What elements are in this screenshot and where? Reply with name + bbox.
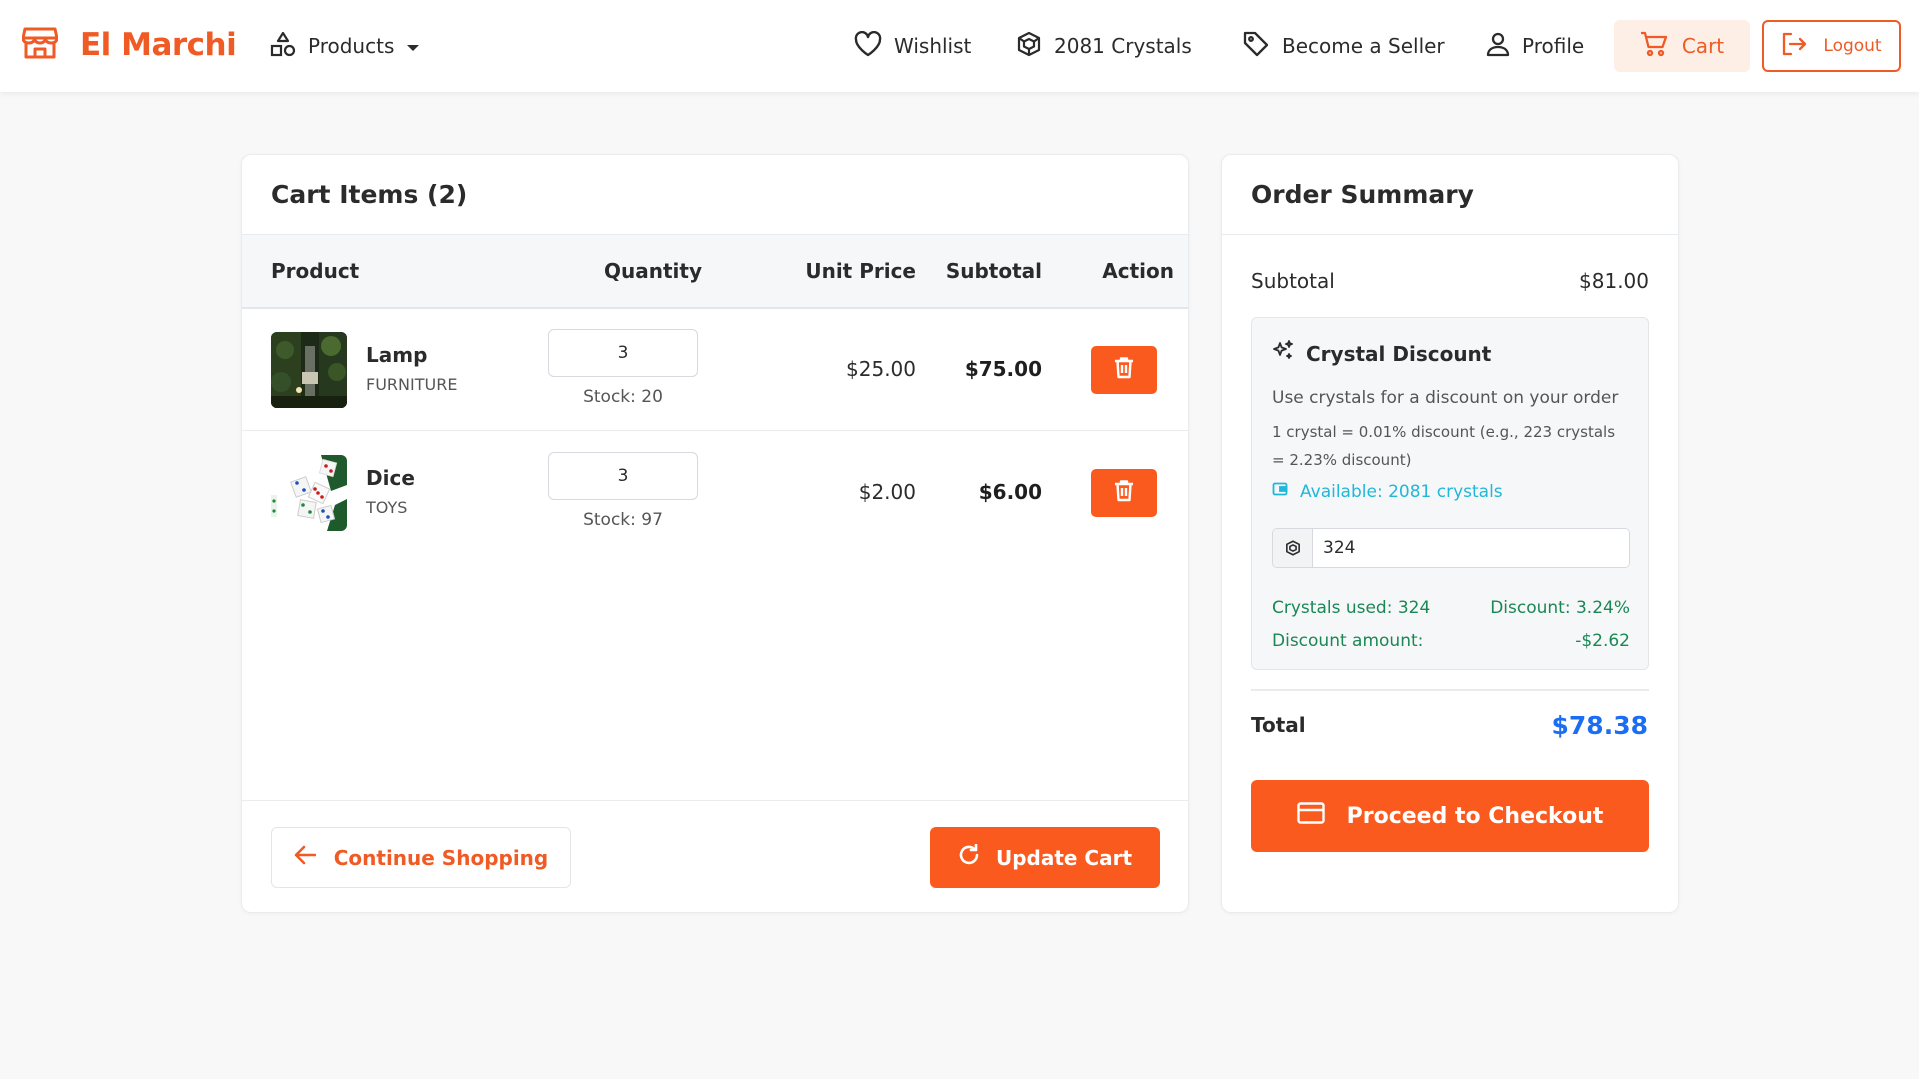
column-header-action: Action: [1102, 259, 1174, 283]
product-image-lamp[interactable]: [271, 332, 347, 408]
nav-crystals-label: 2081 Crystals: [1054, 34, 1192, 58]
user-icon: [1486, 31, 1510, 62]
product-image-dice[interactable]: [271, 455, 347, 531]
table-row: Dice TOYS Stock: 97 $2.00 $6.00: [242, 432, 1188, 554]
delete-item-button[interactable]: [1091, 346, 1157, 394]
table-row: Lamp FURNITURE Stock: 20 $25.00 $75.00: [242, 309, 1188, 431]
summary-subtotal-row: Subtotal $81.00: [1251, 269, 1649, 293]
column-header-unit-price: Unit Price: [805, 259, 916, 283]
refresh-icon: [958, 843, 980, 871]
arrow-left-icon: [294, 845, 316, 870]
crystals-available: Available: 2081 crystals: [1272, 481, 1503, 502]
tag-icon: [1242, 30, 1270, 63]
summary-subtotal-label: Subtotal: [1251, 269, 1335, 293]
total-label: Total: [1251, 713, 1306, 737]
crystal-discount-description: Use crystals for a discount on your orde…: [1272, 388, 1619, 408]
stock-label: Stock: 97: [583, 510, 663, 530]
continue-shopping-label: Continue Shopping: [333, 845, 549, 870]
top-navbar: El Marchi Products Wishlist 2081 Crystal…: [0, 0, 1919, 92]
cart-icon: [1640, 31, 1668, 62]
product-category: TOYS: [366, 498, 408, 517]
logout-button[interactable]: Logout: [1762, 20, 1901, 72]
crystals-available-text: Available: 2081 crystals: [1300, 481, 1503, 502]
delete-item-button[interactable]: [1091, 469, 1157, 517]
crystal-discount-title: Crystal Discount: [1272, 340, 1491, 367]
checkout-label: Proceed to Checkout: [1346, 803, 1604, 829]
nav-profile-label: Profile: [1522, 34, 1585, 58]
nav-products-dropdown[interactable]: Products: [270, 28, 420, 64]
column-header-subtotal: Subtotal: [945, 259, 1042, 283]
crystal-amount-input[interactable]: [1313, 529, 1629, 567]
product-name[interactable]: Lamp: [366, 343, 427, 367]
wallet-icon: [1272, 481, 1288, 502]
cart-items-card: Cart Items (2) Product Quantity Unit Pri…: [241, 154, 1189, 913]
shapes-icon: [270, 31, 296, 62]
crystal-rate-note: 1 crystal = 0.01% discount (e.g., 223 cr…: [1272, 423, 1616, 469]
order-summary-card: Order Summary Subtotal $81.00 Crystal Di…: [1221, 154, 1679, 913]
proceed-to-checkout-button[interactable]: Proceed to Checkout: [1251, 780, 1649, 852]
trash-icon: [1114, 480, 1134, 506]
discount-percent-text: Discount: 3.24%: [1490, 598, 1630, 618]
crystals-used-text: Crystals used: 324: [1272, 598, 1431, 618]
nav-become-seller[interactable]: Become a Seller: [1242, 28, 1445, 64]
product-name[interactable]: Dice: [366, 466, 415, 490]
crystals-used-row: Crystals used: 324 Discount: 3.24%: [1272, 598, 1630, 618]
heart-icon: [854, 30, 882, 62]
store-icon: [21, 26, 59, 64]
discount-amount-label: Discount amount:: [1272, 631, 1424, 651]
logout-icon: [1781, 32, 1807, 61]
unit-price: $2.00: [858, 480, 916, 504]
nav-products-label: Products: [308, 34, 395, 58]
discount-amount-row: Discount amount: -$2.62: [1272, 631, 1630, 651]
trash-icon: [1114, 357, 1134, 383]
update-cart-button[interactable]: Update Cart: [930, 827, 1160, 888]
nav-cart[interactable]: Cart: [1614, 20, 1750, 72]
brand-name: El Marchi: [80, 27, 237, 63]
item-subtotal: $6.00: [978, 480, 1042, 504]
discount-amount-value: -$2.62: [1575, 631, 1630, 651]
crystal-amount-group: [1272, 528, 1630, 568]
sparkles-icon: [1272, 340, 1294, 367]
crystal-discount-title-text: Crystal Discount: [1306, 341, 1492, 366]
nav-cart-label: Cart: [1681, 34, 1725, 58]
cart-table-header: Product Quantity Unit Price Subtotal Act…: [242, 235, 1188, 309]
column-header-product: Product: [271, 259, 360, 283]
credit-card-icon: [1296, 802, 1325, 830]
product-category: FURNITURE: [366, 375, 458, 394]
crystal-icon: [1016, 31, 1042, 62]
crystal-discount-panel: Crystal Discount Use crystals for a disc…: [1251, 317, 1649, 670]
nav-wishlist-label: Wishlist: [894, 34, 972, 58]
crystal-icon: [1273, 529, 1313, 567]
summary-subtotal-value: $81.00: [1579, 269, 1649, 293]
total-value: $78.38: [1551, 711, 1648, 740]
unit-price: $25.00: [846, 357, 916, 381]
cart-footer: Continue Shopping Update Cart: [242, 800, 1188, 912]
nav-wishlist[interactable]: Wishlist: [854, 28, 971, 64]
brand-link[interactable]: El Marchi: [21, 26, 237, 64]
quantity-input[interactable]: [548, 329, 698, 377]
summary-title: Order Summary: [1222, 155, 1678, 235]
update-cart-label: Update Cart: [995, 845, 1133, 870]
cart-title: Cart Items (2): [242, 155, 1188, 235]
logout-label: Logout: [1823, 36, 1882, 56]
nav-profile[interactable]: Profile: [1486, 28, 1584, 64]
column-header-quantity: Quantity: [604, 259, 702, 283]
caret-down-icon: [406, 34, 420, 58]
continue-shopping-button[interactable]: Continue Shopping: [271, 827, 571, 888]
nav-crystals[interactable]: 2081 Crystals: [1016, 28, 1192, 64]
quantity-input[interactable]: [548, 452, 698, 500]
summary-divider: [1251, 689, 1649, 691]
nav-seller-label: Become a Seller: [1282, 34, 1445, 58]
item-subtotal: $75.00: [964, 357, 1042, 381]
stock-label: Stock: 20: [583, 387, 663, 407]
